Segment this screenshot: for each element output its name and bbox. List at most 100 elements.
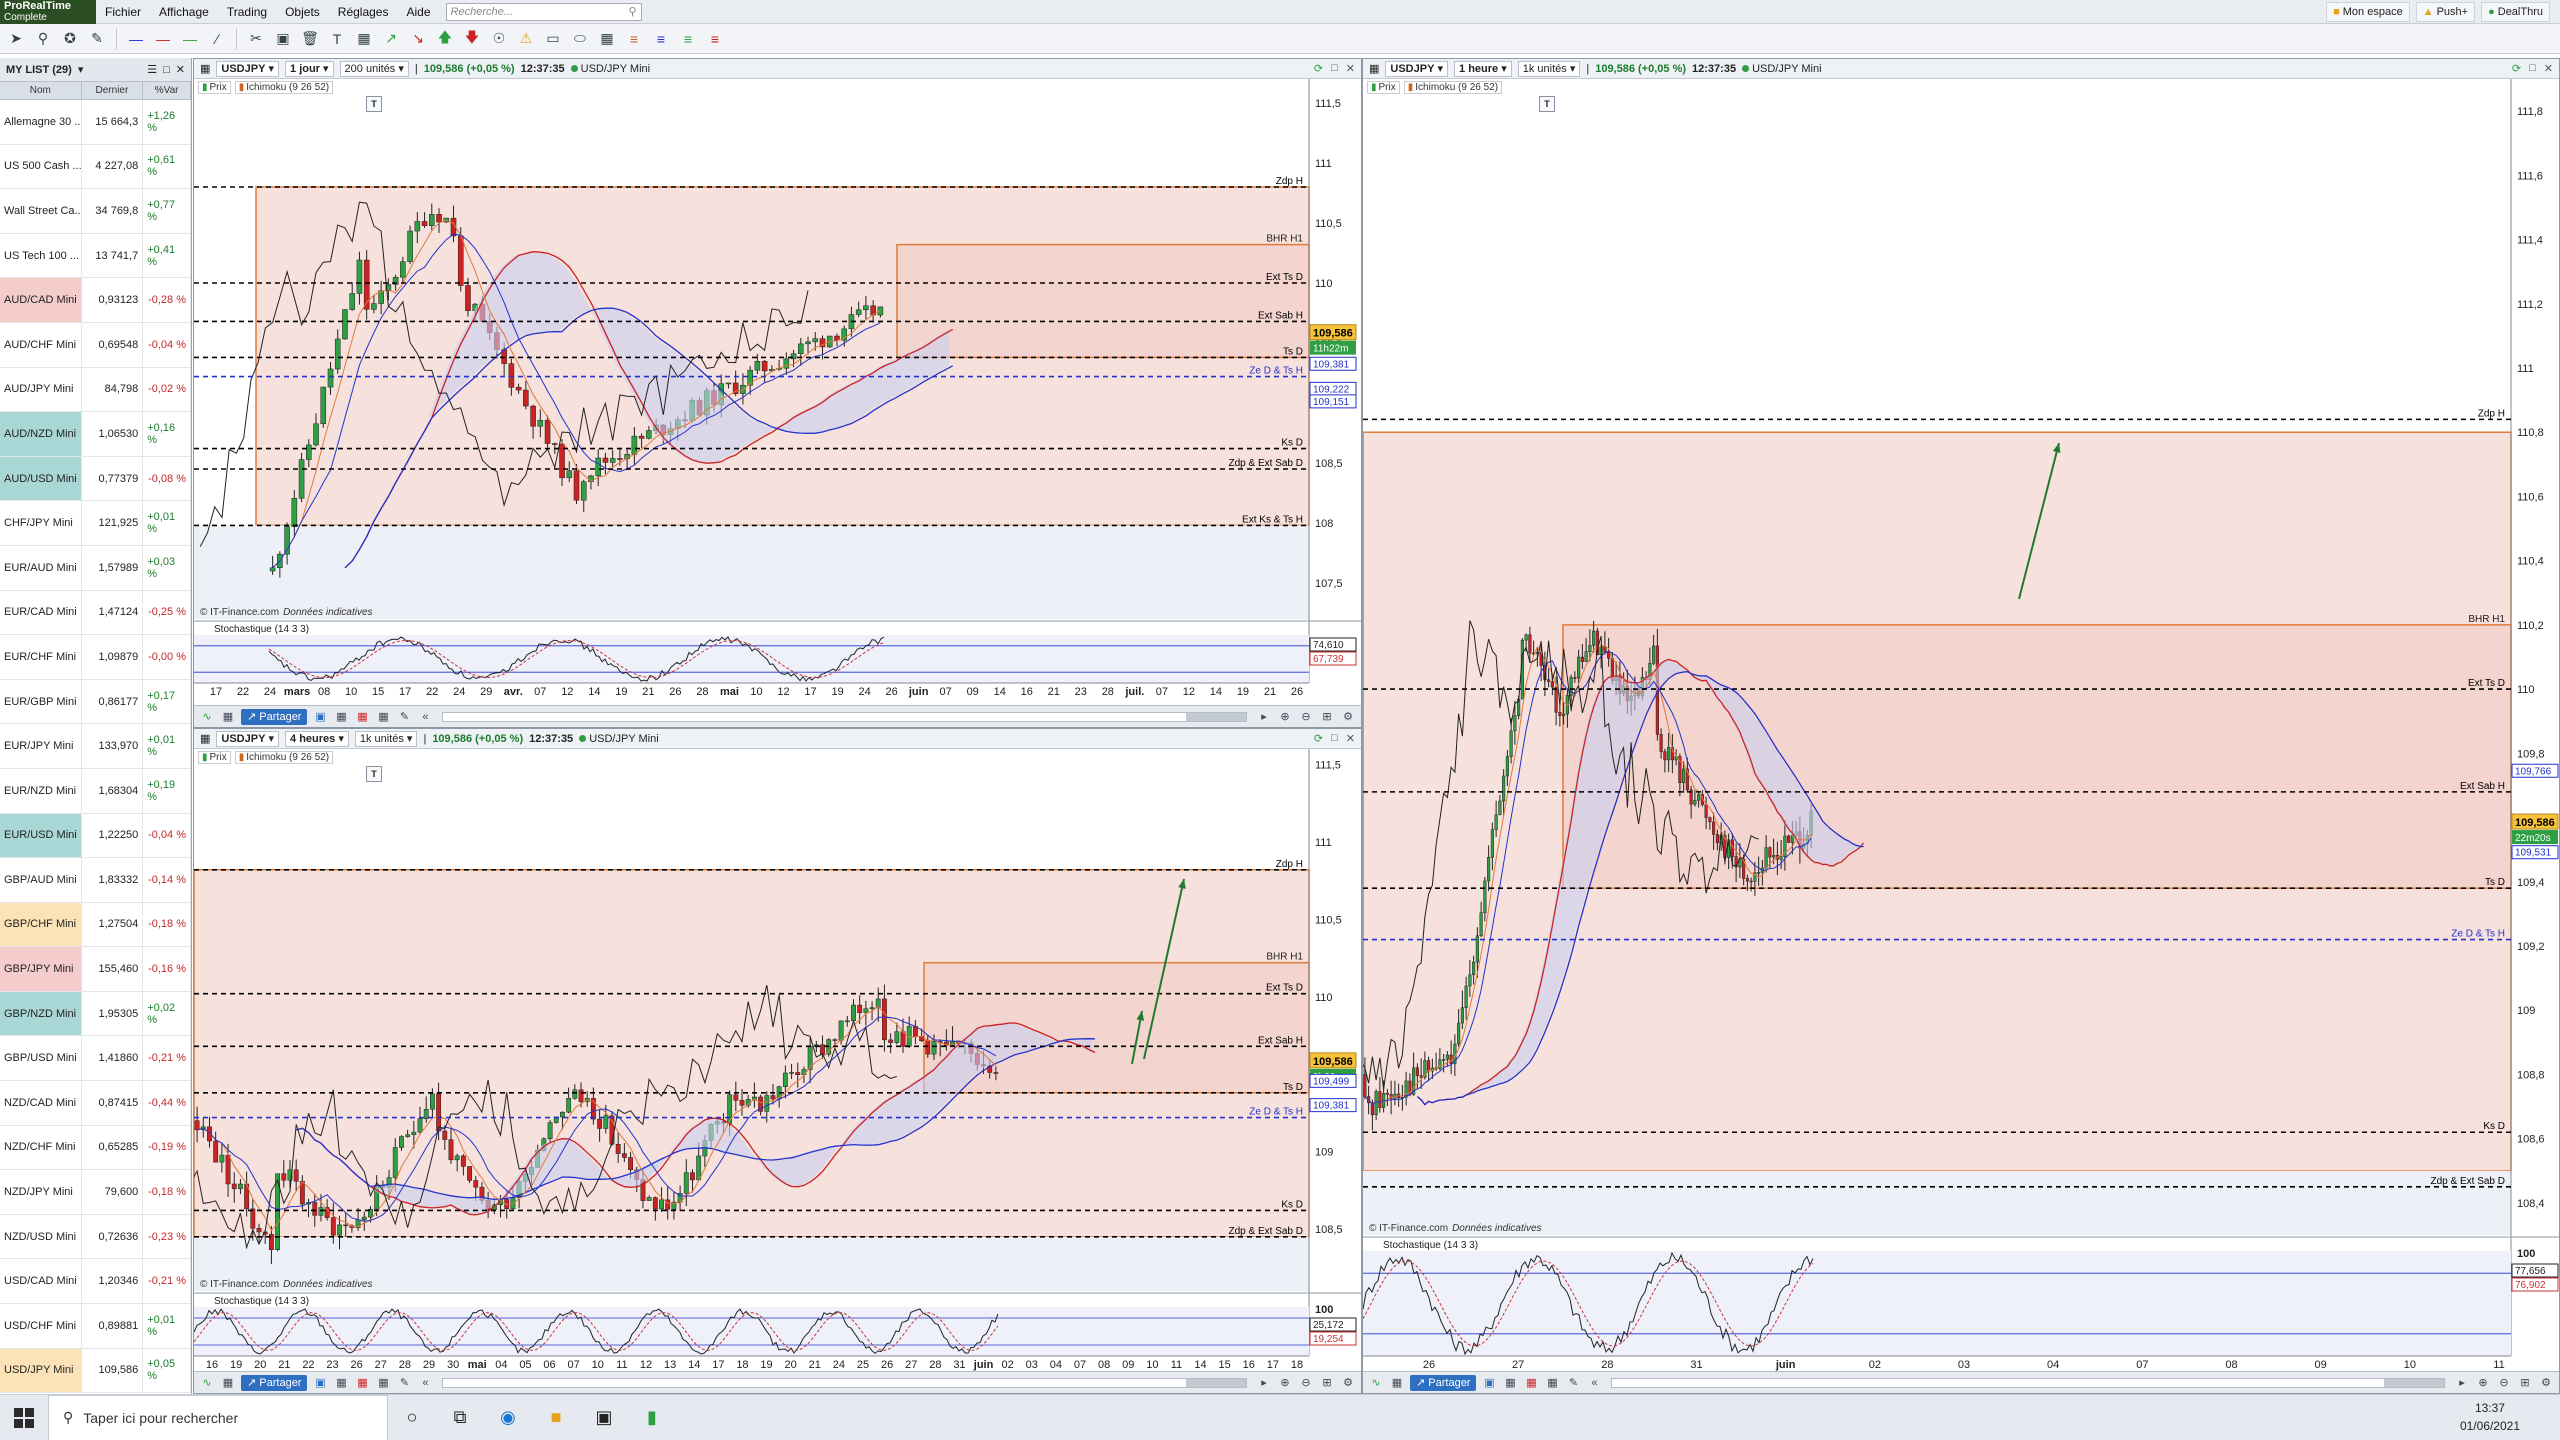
legend-price[interactable]: ▮ Prix — [198, 81, 231, 94]
fibo-icon[interactable]: ≡ — [622, 27, 646, 51]
screener-icon[interactable]: ▦ — [354, 709, 370, 725]
menu-trading[interactable]: Trading — [218, 0, 276, 24]
calculator-icon[interactable]: ▦ — [352, 27, 376, 51]
col-last[interactable]: Dernier — [82, 82, 144, 99]
fan-icon[interactable]: ≡ — [676, 27, 700, 51]
layout-icon[interactable]: ▣ — [312, 1375, 328, 1391]
rewind-icon[interactable]: « — [417, 709, 433, 725]
task-view-icon[interactable]: ⧉ — [436, 1395, 484, 1440]
watchlist-row[interactable]: AUD/NZD Mini 1,06530 +0,16 % — [0, 412, 191, 457]
watchlist-row[interactable]: GBP/CHF Mini 1,27504 -0,18 % — [0, 902, 191, 948]
rectangle-icon[interactable]: ▭ — [541, 27, 565, 51]
price-chart[interactable]: 111,8 111,6 111,4 111,2 111 110,8 110,6 110,4 11… — [1363, 59, 2559, 1371]
chart-type-icon[interactable]: ▦ — [1389, 1375, 1405, 1391]
watchlist-row[interactable]: EUR/CAD Mini 1,47124 -0,25 % — [0, 590, 191, 636]
share-button[interactable]: ↗ Partager — [241, 708, 308, 725]
chart-type-icon[interactable]: ▦ — [220, 1375, 236, 1391]
ellipse-icon[interactable]: ⬭ — [568, 27, 592, 51]
close-icon[interactable]: ✕ — [176, 63, 185, 76]
watchlist-row[interactable]: EUR/JPY Mini 133,970 +0,01 % — [0, 724, 191, 769]
text-tool-icon[interactable]: T — [1539, 96, 1555, 112]
menu-fichier[interactable]: Fichier — [96, 0, 150, 24]
screener-icon[interactable]: ▦ — [1523, 1375, 1539, 1391]
zoom-icon[interactable]: ⚲ — [31, 27, 55, 51]
watchlist-row[interactable]: Wall Street Ca... 34 769,8 +0,77 % — [0, 189, 191, 234]
store-icon[interactable]: ▣ — [580, 1395, 628, 1440]
time-scrollbar[interactable] — [442, 1377, 1247, 1388]
zoom-fit-icon[interactable]: ⊞ — [1319, 709, 1335, 725]
settings-icon[interactable]: ⚙ — [1340, 1375, 1356, 1391]
layout-icon[interactable]: ▣ — [312, 709, 328, 725]
watchlist-row[interactable]: EUR/USD Mini 1,22250 -0,04 % — [0, 813, 191, 859]
brush-icon[interactable]: ✎ — [396, 709, 412, 725]
time-scrollbar[interactable] — [1611, 1377, 2445, 1388]
delete-icon[interactable]: 🗑 — [298, 27, 322, 51]
settings-icon[interactable]: ⚙ — [2538, 1375, 2554, 1391]
watchlist-row[interactable]: EUR/NZD Mini 1,68304 +0,19 % — [0, 768, 191, 814]
watchlist-row[interactable]: AUD/CHF Mini 0,69548 -0,04 % — [0, 322, 191, 368]
indicator-icon[interactable]: ∿ — [199, 709, 215, 725]
line-green-icon[interactable]: ― — [178, 27, 202, 51]
time-scrollbar[interactable] — [442, 711, 1247, 722]
watchlist-row[interactable]: GBP/JPY Mini 155,460 -0,16 % — [0, 947, 191, 992]
chart-type-icon[interactable]: ▦ — [220, 709, 236, 725]
trend-line-icon[interactable]: ∕ — [205, 27, 229, 51]
file-explorer-icon[interactable]: ■ — [532, 1395, 580, 1440]
edge-icon[interactable]: ◉ — [484, 1395, 532, 1440]
hamburger-icon[interactable]: ☰ — [147, 63, 157, 76]
watchlist-row[interactable]: US 500 Cash ... 4 227,08 +0,61 % — [0, 144, 191, 190]
legend-ichimoku[interactable]: ▮ Ichimoku (9 26 52) — [234, 751, 334, 764]
watchlist-row[interactable]: Allemagne 30 ... 15 664,3 +1,26 % — [0, 100, 191, 145]
watchlist-row[interactable]: NZD/USD Mini 0,72636 -0,23 % — [0, 1214, 191, 1260]
account-button[interactable]: ■ Mon espace — [2326, 2, 2410, 22]
search-input[interactable]: Recherche... ⚲ — [445, 2, 642, 21]
watchlist-row[interactable]: EUR/CHF Mini 1,09879 -0,00 % — [0, 635, 191, 680]
layout-icon[interactable]: ▣ — [1481, 1375, 1497, 1391]
watchlist-title[interactable]: MY LIST (29) — [6, 64, 72, 76]
zoom-out-icon[interactable]: ⊖ — [2496, 1375, 2512, 1391]
brush-icon[interactable]: ✎ — [1565, 1375, 1581, 1391]
text-tool-icon[interactable]: T — [366, 766, 382, 782]
zoom-out-icon[interactable]: ⊖ — [1298, 1375, 1314, 1391]
scroll-right-icon[interactable]: ▸ — [1256, 1375, 1272, 1391]
price-chart[interactable]: 111,5111110,5110109,5109108,5108107,5Zdp… — [194, 59, 1361, 705]
arrow-up-icon[interactable]: 🡅 — [433, 27, 457, 51]
col-name[interactable]: Nom — [0, 82, 82, 99]
table-icon[interactable]: ▦ — [333, 709, 349, 725]
grid-icon[interactable]: ▦ — [595, 27, 619, 51]
cortana-icon[interactable]: ○ — [388, 1395, 436, 1440]
watchlist-row[interactable]: NZD/CAD Mini 0,87415 -0,44 % — [0, 1081, 191, 1126]
warning-icon[interactable]: ⚠ — [514, 27, 538, 51]
rewind-icon[interactable]: « — [1586, 1375, 1602, 1391]
arrow-down-right-icon[interactable]: ↘ — [406, 27, 430, 51]
arrow-down-icon[interactable]: 🡇 — [460, 27, 484, 51]
price-chart[interactable]: 111,5111110,5110109,5109108,5Zdp HExt Ts… — [194, 729, 1361, 1371]
windows-start-icon[interactable] — [0, 1395, 48, 1440]
share-button[interactable]: ↗ Partager — [1410, 1374, 1477, 1391]
alert-icon[interactable]: ▦ — [375, 709, 391, 725]
indicator-icon[interactable]: ∿ — [1368, 1375, 1384, 1391]
legend-price[interactable]: ▮ Prix — [1367, 81, 1400, 94]
share-button[interactable]: ↗ Partager — [241, 1374, 308, 1391]
watchlist-row[interactable]: USD/JPY Mini 109,586 +0,05 % — [0, 1348, 191, 1394]
legend-ichimoku[interactable]: ▮ Ichimoku (9 26 52) — [234, 81, 334, 94]
scroll-right-icon[interactable]: ▸ — [1256, 709, 1272, 725]
alert-icon[interactable]: ▦ — [1544, 1375, 1560, 1391]
pin-icon[interactable]: ☉ — [487, 27, 511, 51]
minimize-icon[interactable]: □ — [163, 64, 170, 76]
alert-icon[interactable]: ▦ — [375, 1375, 391, 1391]
zoom-fit-icon[interactable]: ⊞ — [2517, 1375, 2533, 1391]
zoom-in-icon[interactable]: ⊕ — [1277, 709, 1293, 725]
text-tool-icon[interactable]: T — [366, 96, 382, 112]
select-icon[interactable]: ▣ — [271, 27, 295, 51]
indicator-icon[interactable]: ∿ — [199, 1375, 215, 1391]
col-var[interactable]: %Var — [143, 82, 191, 99]
watchlist-row[interactable]: GBP/USD Mini 1,41860 -0,21 % — [0, 1036, 191, 1082]
zoom-fit-icon[interactable]: ⊞ — [1319, 1375, 1335, 1391]
watchlist-row[interactable]: AUD/JPY Mini 84,798 -0,02 % — [0, 367, 191, 413]
prorealtime-taskbar-icon[interactable]: ▮ — [628, 1395, 676, 1440]
watchlist-row[interactable]: AUD/CAD Mini 0,93123 -0,28 % — [0, 278, 191, 323]
menu-objets[interactable]: Objets — [276, 0, 329, 24]
watchlist-row[interactable]: GBP/NZD Mini 1,95305 +0,02 % — [0, 991, 191, 1037]
watchlist-row[interactable]: GBP/AUD Mini 1,83332 -0,14 % — [0, 858, 191, 903]
